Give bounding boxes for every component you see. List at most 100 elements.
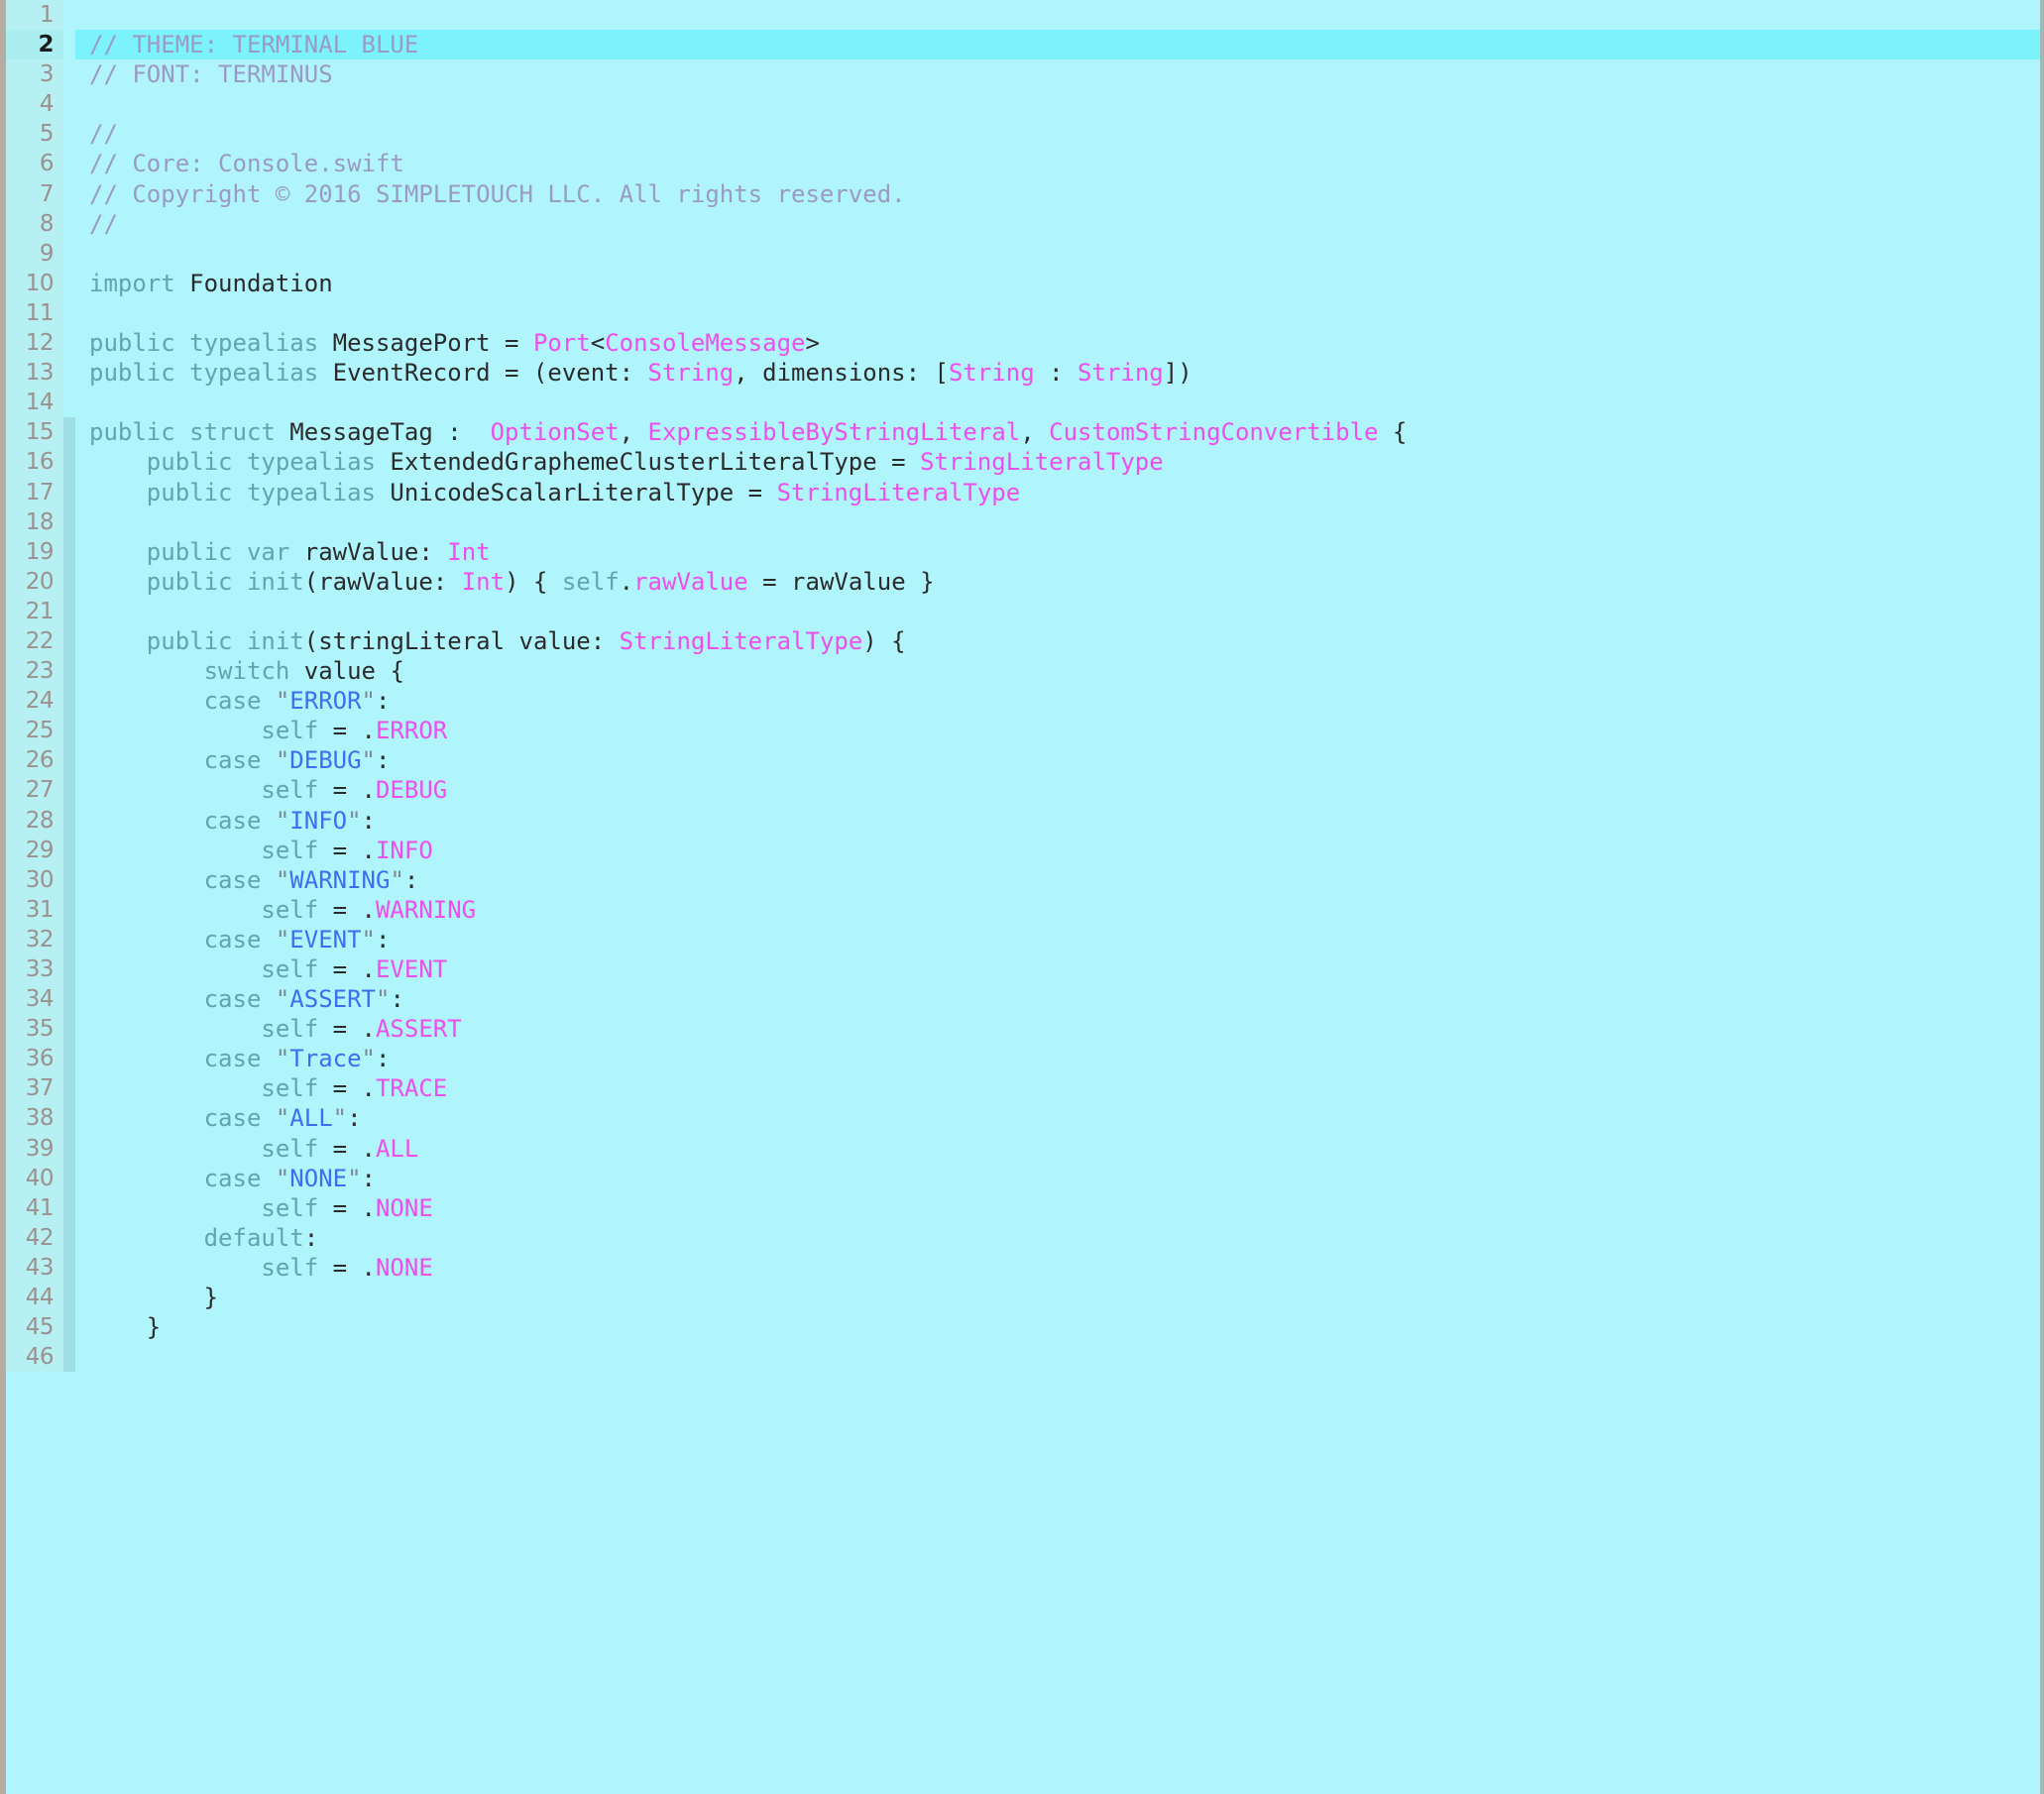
code-line-text[interactable]: // bbox=[75, 119, 2040, 149]
code-line-text[interactable]: case "ASSERT": bbox=[75, 984, 2040, 1014]
code-line[interactable]: 32 case "EVENT": bbox=[6, 924, 2040, 954]
code-line[interactable]: 1 bbox=[6, 0, 2040, 31]
code-line[interactable]: 30 case "WARNING": bbox=[6, 864, 2040, 895]
code-line-text[interactable]: // Copyright © 2016 SIMPLETOUCH LLC. All… bbox=[75, 179, 2040, 209]
code-line[interactable]: 18 bbox=[6, 506, 2040, 537]
code-line[interactable]: 12 public typealias MessagePort = Port<Co… bbox=[6, 328, 2040, 359]
code-line-text[interactable]: switch value { bbox=[75, 656, 2040, 686]
code-line[interactable]: 42 default: bbox=[6, 1222, 2040, 1253]
code-line-text[interactable] bbox=[75, 239, 2040, 269]
code-line[interactable]: 29 self = .INFO bbox=[6, 835, 2040, 865]
code-line[interactable]: 36 case "Trace": bbox=[6, 1044, 2040, 1074]
token-id: = . bbox=[318, 1193, 376, 1222]
token-type: StringLiteralType bbox=[920, 448, 1164, 477]
code-line-text[interactable]: default: bbox=[75, 1223, 2040, 1253]
code-line-text[interactable]: self = .ASSERT bbox=[75, 1014, 2040, 1044]
code-line-text[interactable]: } bbox=[75, 1312, 2040, 1342]
code-line-text[interactable] bbox=[75, 0, 2040, 30]
code-line[interactable]: 14 bbox=[6, 388, 2040, 418]
code-line[interactable]: 8 // bbox=[6, 208, 2040, 239]
code-line-text[interactable]: self = .DEBUG bbox=[75, 775, 2040, 805]
code-line-text[interactable] bbox=[75, 507, 2040, 537]
code-lines-container[interactable]: 1 2 // THEME: TERMINAL BLUE 3 // FONT: TERMI… bbox=[6, 0, 2040, 1373]
token-id: value { bbox=[289, 657, 404, 686]
code-line-text[interactable] bbox=[75, 597, 2040, 626]
code-line-text[interactable]: public var rawValue: Int bbox=[75, 537, 2040, 567]
code-line[interactable]: 7 // Copyright © 2016 SIMPLETOUCH LLC. Al… bbox=[6, 178, 2040, 209]
code-line-text[interactable]: public typealias EventRecord = (event: S… bbox=[75, 358, 2040, 388]
token-type: String bbox=[948, 359, 1035, 388]
code-line-text[interactable]: // THEME: TERMINAL BLUE bbox=[75, 30, 2040, 60]
code-editor[interactable]: 1 2 // THEME: TERMINAL BLUE 3 // FONT: TERMI… bbox=[0, 0, 2044, 1794]
code-line[interactable]: 35 self = .ASSERT bbox=[6, 1014, 2040, 1045]
code-line-text[interactable]: public struct MessageTag : OptionSet, Ex… bbox=[75, 417, 2040, 447]
code-line[interactable]: 6 // Core: Console.swift bbox=[6, 149, 2040, 179]
code-line-text[interactable] bbox=[75, 89, 2040, 119]
code-line-text[interactable]: case "INFO": bbox=[75, 806, 2040, 836]
code-line-text[interactable]: self = .NONE bbox=[75, 1193, 2040, 1223]
code-line[interactable]: 39 self = .ALL bbox=[6, 1133, 2040, 1164]
code-line-text[interactable]: public typealias UnicodeScalarLiteralTyp… bbox=[75, 478, 2040, 507]
code-line[interactable]: 44 } bbox=[6, 1283, 2040, 1313]
code-line[interactable]: 2 // THEME: TERMINAL BLUE bbox=[6, 30, 2040, 60]
code-line-text[interactable]: self = .NONE bbox=[75, 1253, 2040, 1283]
code-line-text[interactable]: // bbox=[75, 209, 2040, 239]
code-line[interactable]: 46 bbox=[6, 1342, 2040, 1373]
code-line[interactable]: 16 public typealias ExtendedGraphemeClus… bbox=[6, 447, 2040, 478]
code-line-text[interactable] bbox=[75, 298, 2040, 328]
code-line-text[interactable]: case "EVENT": bbox=[75, 925, 2040, 954]
code-line[interactable]: 34 case "ASSERT": bbox=[6, 984, 2040, 1015]
code-line[interactable]: 31 self = .WARNING bbox=[6, 894, 2040, 925]
code-line-text[interactable]: public init(stringLiteral value: StringL… bbox=[75, 626, 2040, 656]
code-line-text[interactable]: case "DEBUG": bbox=[75, 745, 2040, 775]
code-line-text[interactable]: case "ALL": bbox=[75, 1103, 2040, 1133]
code-line-text[interactable]: case "WARNING": bbox=[75, 865, 2040, 895]
code-line-text[interactable]: public typealias MessagePort = Port<Cons… bbox=[75, 328, 2040, 358]
code-line[interactable]: 9 bbox=[6, 238, 2040, 269]
code-line-text[interactable]: self = .TRACE bbox=[75, 1073, 2040, 1103]
code-line[interactable]: 43 self = .NONE bbox=[6, 1252, 2040, 1284]
code-line[interactable]: 11 bbox=[6, 297, 2040, 329]
code-line-text[interactable]: self = .ALL bbox=[75, 1134, 2040, 1164]
code-line[interactable]: 15 public struct MessageTag : OptionSet, … bbox=[6, 417, 2040, 448]
code-line-text[interactable]: case "ERROR": bbox=[75, 686, 2040, 716]
code-line-text[interactable]: // FONT: TERMINUS bbox=[75, 59, 2040, 89]
code-line[interactable]: 28 case "INFO": bbox=[6, 805, 2040, 836]
code-line-text[interactable]: self = .ERROR bbox=[75, 716, 2040, 745]
code-line-text[interactable]: case "NONE": bbox=[75, 1164, 2040, 1193]
code-line[interactable]: 23 switch value { bbox=[6, 656, 2040, 687]
code-line[interactable]: 5 // bbox=[6, 119, 2040, 150]
code-line[interactable]: 25 self = .ERROR bbox=[6, 716, 2040, 746]
code-line[interactable]: 13 public typealias EventRecord = (event:… bbox=[6, 358, 2040, 389]
code-line-text[interactable]: import Foundation bbox=[75, 269, 2040, 298]
code-line[interactable]: 37 self = .TRACE bbox=[6, 1073, 2040, 1104]
code-line-text[interactable]: public init(rawValue: Int) { self.rawVal… bbox=[75, 567, 2040, 597]
code-line[interactable]: 17 public typealias UnicodeScalarLiteral… bbox=[6, 477, 2040, 507]
code-line[interactable]: 3 // FONT: TERMINUS bbox=[6, 59, 2040, 90]
code-line[interactable]: 4 bbox=[6, 89, 2040, 120]
code-line[interactable]: 26 case "DEBUG": bbox=[6, 745, 2040, 776]
code-line-text[interactable]: self = .WARNING bbox=[75, 895, 2040, 925]
token-id: } bbox=[89, 1284, 219, 1312]
code-line[interactable]: 38 case "ALL": bbox=[6, 1103, 2040, 1134]
code-line-text[interactable]: self = .EVENT bbox=[75, 954, 2040, 984]
code-line[interactable]: 24 case "ERROR": bbox=[6, 686, 2040, 717]
code-line-text[interactable]: case "Trace": bbox=[75, 1044, 2040, 1073]
code-line[interactable]: 20 public init(rawValue: Int) { self.raw… bbox=[6, 566, 2040, 597]
code-line-text[interactable]: self = .INFO bbox=[75, 836, 2040, 865]
code-line[interactable]: 41 self = .NONE bbox=[6, 1192, 2040, 1223]
token-quo: " bbox=[361, 746, 376, 775]
code-line[interactable]: 10 import Foundation bbox=[6, 268, 2040, 298]
code-line-text[interactable] bbox=[75, 388, 2040, 417]
code-line[interactable]: 27 self = .DEBUG bbox=[6, 775, 2040, 806]
code-line-text[interactable]: } bbox=[75, 1283, 2040, 1312]
code-line[interactable]: 22 public init(stringLiteral value: Stri… bbox=[6, 625, 2040, 657]
code-line[interactable]: 33 self = .EVENT bbox=[6, 954, 2040, 985]
code-line[interactable]: 40 case "NONE": bbox=[6, 1163, 2040, 1193]
code-line[interactable]: 21 bbox=[6, 596, 2040, 626]
code-line[interactable]: 45 } bbox=[6, 1312, 2040, 1343]
code-line[interactable]: 19 public var rawValue: Int bbox=[6, 536, 2040, 567]
code-line-text[interactable]: public typealias ExtendedGraphemeCluster… bbox=[75, 447, 2040, 477]
code-line-text[interactable] bbox=[75, 1342, 2040, 1372]
code-line-text[interactable]: // Core: Console.swift bbox=[75, 149, 2040, 178]
